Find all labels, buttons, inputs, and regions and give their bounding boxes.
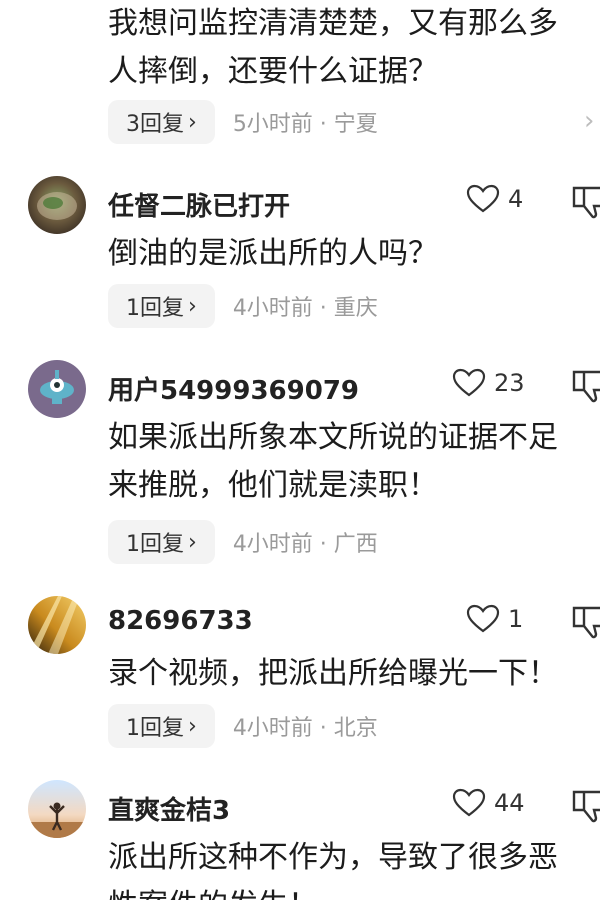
comment-body: 我想问监控清清楚楚，又有那么多 人摔倒，还要什么证据？	[108, 0, 600, 96]
comment-time-location: 4小时前 · 广西	[232, 532, 378, 557]
comment-time-location: 4小时前 · 北京	[232, 716, 378, 741]
heart-outline-icon	[466, 604, 500, 633]
thumbs-down-icon[interactable]	[570, 786, 600, 826]
like-button[interactable]: 23	[452, 368, 525, 398]
comment-text-line: 派出所这种不作为，导致了很多恶	[108, 840, 558, 875]
like-count: 23	[494, 369, 525, 397]
comment-text-line: 人摔倒，还要什么证据？	[108, 54, 438, 89]
reply-count-button[interactable]: 1回复 ›	[108, 520, 215, 564]
comment-meta-row: 3回复 › 5小时前 · 宁夏	[108, 100, 378, 144]
comment-text-line: 来推脱，他们就是渎职！	[108, 468, 438, 503]
avatar[interactable]	[28, 176, 86, 234]
avatar[interactable]	[28, 596, 86, 654]
chevron-right-icon: ›	[188, 109, 197, 135]
avatar[interactable]	[28, 360, 86, 418]
comment-text-line: 我想问监控清清楚楚，又有那么多	[108, 6, 558, 41]
comment-time-location: 4小时前 · 重庆	[232, 296, 378, 321]
username[interactable]: 直爽金桔3	[108, 790, 230, 827]
thumbs-down-icon[interactable]	[570, 602, 600, 642]
like-count: 4	[508, 185, 524, 213]
comment-meta-row: 1回复 › 4小时前 · 北京	[108, 704, 378, 748]
chevron-right-icon: ›	[188, 713, 197, 739]
like-count: 1	[508, 605, 524, 633]
comment-text-line: 录个视频，把派出所给曝光一下！	[108, 656, 558, 691]
reply-count-label: 1回复	[126, 296, 184, 321]
heart-outline-icon	[452, 368, 486, 397]
thumbs-down-icon[interactable]	[570, 182, 600, 222]
comment-text-line: 如果派出所象本文所说的证据不足	[108, 420, 558, 455]
username[interactable]: 任督二脉已打开	[108, 186, 290, 223]
chevron-right-icon: ›	[188, 293, 197, 319]
chevron-right-icon[interactable]: ›	[584, 106, 594, 136]
reply-count-label: 1回复	[126, 716, 184, 741]
thumbs-down-icon[interactable]	[570, 366, 600, 406]
like-button[interactable]: 1	[466, 604, 523, 634]
like-button[interactable]: 4	[466, 184, 523, 214]
avatar[interactable]	[28, 780, 86, 838]
reply-count-button[interactable]: 1回复 ›	[108, 704, 215, 748]
reply-count-label: 3回复	[126, 112, 184, 137]
comment-body: 派出所这种不作为，导致了很多恶 性案件的发生！	[108, 834, 558, 900]
like-count: 44	[494, 789, 525, 817]
comment-body: 如果派出所象本文所说的证据不足 来推脱，他们就是渎职！	[108, 414, 558, 510]
username[interactable]: 用户54999369079	[108, 370, 359, 407]
comment-text-line: 性案件的发生！	[108, 882, 558, 900]
reply-count-button[interactable]: 3回复 ›	[108, 100, 215, 144]
comment-text-line: 倒油的是派出所的人吗？	[108, 236, 438, 271]
heart-outline-icon	[452, 788, 486, 817]
like-button[interactable]: 44	[452, 788, 525, 818]
chevron-right-icon: ›	[188, 529, 197, 555]
heart-outline-icon	[466, 184, 500, 213]
reply-count-button[interactable]: 1回复 ›	[108, 284, 215, 328]
comment-body: 录个视频，把派出所给曝光一下！	[108, 650, 558, 698]
comment-meta-row: 1回复 › 4小时前 · 重庆	[108, 284, 378, 328]
comment-meta-row: 1回复 › 4小时前 · 广西	[108, 520, 378, 564]
comment-time-location: 5小时前 · 宁夏	[232, 112, 378, 137]
username[interactable]: 82696733	[108, 606, 253, 636]
reply-count-label: 1回复	[126, 532, 184, 557]
comments-page: 我想问监控清清楚楚，又有那么多 人摔倒，还要什么证据？ 3回复 › 5小时前 ·…	[0, 0, 600, 900]
comment-body: 倒油的是派出所的人吗？	[108, 230, 438, 278]
